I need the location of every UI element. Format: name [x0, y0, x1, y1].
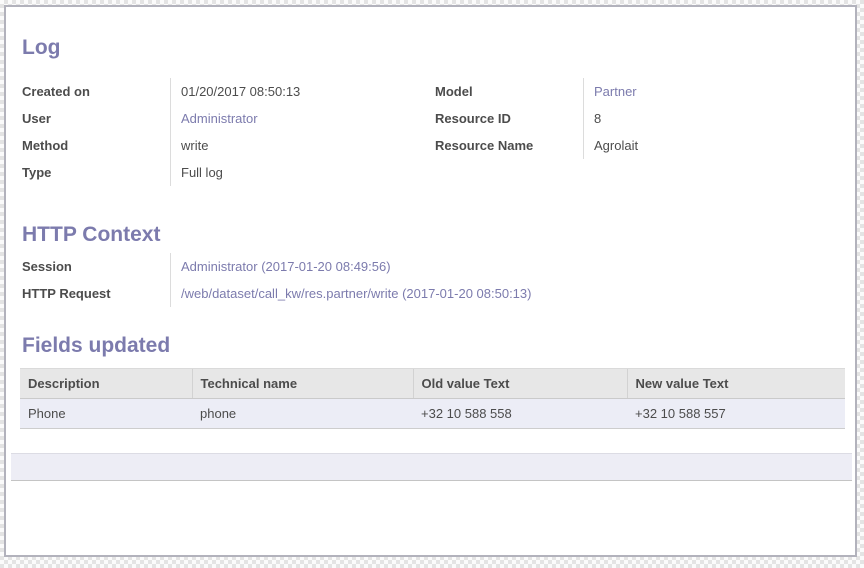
http-context-group: Session Administrator (2017-01-20 08:49:…: [22, 253, 662, 307]
field-row-http-request: HTTP Request /web/dataset/call_kw/res.pa…: [22, 280, 662, 307]
created-on-label: Created on: [22, 84, 170, 99]
fields-updated-table: Description Technical name Old value Tex…: [20, 368, 845, 429]
field-row-user: User Administrator: [22, 105, 420, 132]
table-row-phone[interactable]: Phone phone +32 10 588 558 +32 10 588 55…: [20, 399, 845, 429]
cell-new-value: +32 10 588 557: [627, 399, 845, 429]
log-detail-card: Log Created on 01/20/2017 08:50:13 User …: [4, 5, 857, 557]
session-value-link[interactable]: Administrator (2017-01-20 08:49:56): [170, 253, 662, 280]
resource-name-label: Resource Name: [435, 138, 583, 153]
fields-updated-section-title: Fields updated: [22, 335, 170, 357]
http-request-label: HTTP Request: [22, 286, 170, 301]
field-row-resource-id: Resource ID 8: [435, 105, 839, 132]
column-header-description[interactable]: Description: [20, 369, 192, 399]
field-row-resource-name: Resource Name Agrolait: [435, 132, 839, 159]
log-fields-right-group: Model Partner Resource ID 8 Resource Nam…: [435, 78, 839, 159]
cell-old-value: +32 10 588 558: [413, 399, 627, 429]
method-label: Method: [22, 138, 170, 153]
user-value-link[interactable]: Administrator: [170, 105, 420, 132]
session-label: Session: [22, 259, 170, 274]
user-label: User: [22, 111, 170, 126]
page-background: { "colors": { "accent_purple": "#7c7bad"…: [0, 0, 864, 568]
field-row-session: Session Administrator (2017-01-20 08:49:…: [22, 253, 662, 280]
model-label: Model: [435, 84, 583, 99]
model-value-link[interactable]: Partner: [583, 78, 839, 105]
cell-description: Phone: [20, 399, 192, 429]
field-row-model: Model Partner: [435, 78, 839, 105]
field-row-type: Type Full log: [22, 159, 420, 186]
resource-id-label: Resource ID: [435, 111, 583, 126]
column-header-old-value[interactable]: Old value Text: [413, 369, 627, 399]
resource-id-value: 8: [583, 105, 839, 132]
type-label: Type: [22, 165, 170, 180]
column-header-technical-name[interactable]: Technical name: [192, 369, 413, 399]
column-header-new-value[interactable]: New value Text: [627, 369, 845, 399]
http-request-value-link[interactable]: /web/dataset/call_kw/res.partner/write (…: [170, 280, 662, 307]
log-fields-left-group: Created on 01/20/2017 08:50:13 User Admi…: [22, 78, 420, 186]
log-section-title: Log: [22, 37, 60, 59]
method-value: write: [170, 132, 420, 159]
field-row-method: Method write: [22, 132, 420, 159]
field-row-created-on: Created on 01/20/2017 08:50:13: [22, 78, 420, 105]
cell-technical-name: phone: [192, 399, 413, 429]
created-on-value: 01/20/2017 08:50:13: [170, 78, 420, 105]
type-value: Full log: [170, 159, 420, 186]
empty-footer-pane: [11, 453, 852, 481]
resource-name-value: Agrolait: [583, 132, 839, 159]
http-context-section-title: HTTP Context: [22, 224, 160, 246]
fields-table-header: Description Technical name Old value Tex…: [20, 369, 845, 399]
